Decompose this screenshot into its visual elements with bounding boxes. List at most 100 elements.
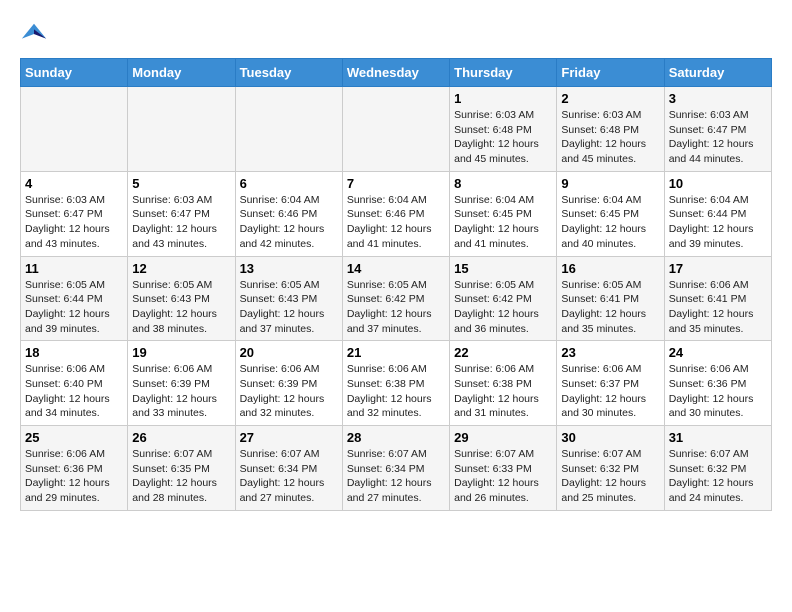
day-info: Sunrise: 6:05 AM Sunset: 6:43 PM Dayligh…: [240, 278, 338, 337]
day-info: Sunrise: 6:07 AM Sunset: 6:33 PM Dayligh…: [454, 447, 552, 506]
day-info: Sunrise: 6:06 AM Sunset: 6:36 PM Dayligh…: [669, 362, 767, 421]
day-number: 27: [240, 430, 338, 445]
day-number: 7: [347, 176, 445, 191]
day-number: 11: [25, 261, 123, 276]
day-number: 18: [25, 345, 123, 360]
calendar-week-1: 1 Sunrise: 6:03 AM Sunset: 6:48 PM Daylig…: [21, 87, 772, 172]
calendar-cell: [128, 87, 235, 172]
day-info: Sunrise: 6:06 AM Sunset: 6:40 PM Dayligh…: [25, 362, 123, 421]
calendar-cell: 30 Sunrise: 6:07 AM Sunset: 6:32 PM Dayli…: [557, 426, 664, 511]
day-number: 26: [132, 430, 230, 445]
day-number: 3: [669, 91, 767, 106]
day-number: 25: [25, 430, 123, 445]
calendar-cell: 29 Sunrise: 6:07 AM Sunset: 6:33 PM Dayli…: [450, 426, 557, 511]
day-info: Sunrise: 6:06 AM Sunset: 6:37 PM Dayligh…: [561, 362, 659, 421]
day-info: Sunrise: 6:07 AM Sunset: 6:34 PM Dayligh…: [240, 447, 338, 506]
day-number: 17: [669, 261, 767, 276]
header-day-friday: Friday: [557, 59, 664, 87]
calendar-cell: 2 Sunrise: 6:03 AM Sunset: 6:48 PM Daylig…: [557, 87, 664, 172]
header-day-wednesday: Wednesday: [342, 59, 449, 87]
day-number: 1: [454, 91, 552, 106]
day-number: 12: [132, 261, 230, 276]
calendar-cell: 18 Sunrise: 6:06 AM Sunset: 6:40 PM Dayli…: [21, 341, 128, 426]
day-info: Sunrise: 6:07 AM Sunset: 6:34 PM Dayligh…: [347, 447, 445, 506]
day-number: 30: [561, 430, 659, 445]
day-number: 31: [669, 430, 767, 445]
day-number: 28: [347, 430, 445, 445]
day-info: Sunrise: 6:04 AM Sunset: 6:46 PM Dayligh…: [347, 193, 445, 252]
calendar-cell: 26 Sunrise: 6:07 AM Sunset: 6:35 PM Dayli…: [128, 426, 235, 511]
logo-icon: [20, 20, 48, 48]
day-number: 23: [561, 345, 659, 360]
calendar-cell: 1 Sunrise: 6:03 AM Sunset: 6:48 PM Daylig…: [450, 87, 557, 172]
calendar-cell: 6 Sunrise: 6:04 AM Sunset: 6:46 PM Daylig…: [235, 171, 342, 256]
header-day-sunday: Sunday: [21, 59, 128, 87]
calendar-cell: 4Sunrise: 6:03 AM Sunset: 6:47 PM Daylig…: [21, 171, 128, 256]
day-info: Sunrise: 6:07 AM Sunset: 6:32 PM Dayligh…: [669, 447, 767, 506]
day-number: 14: [347, 261, 445, 276]
day-info: Sunrise: 6:05 AM Sunset: 6:44 PM Dayligh…: [25, 278, 123, 337]
day-info: Sunrise: 6:04 AM Sunset: 6:45 PM Dayligh…: [454, 193, 552, 252]
day-info: Sunrise: 6:04 AM Sunset: 6:46 PM Dayligh…: [240, 193, 338, 252]
day-number: 24: [669, 345, 767, 360]
day-number: 29: [454, 430, 552, 445]
day-number: 16: [561, 261, 659, 276]
calendar-cell: 7 Sunrise: 6:04 AM Sunset: 6:46 PM Daylig…: [342, 171, 449, 256]
calendar-header: SundayMondayTuesdayWednesdayThursdayFrid…: [21, 59, 772, 87]
calendar-cell: 31 Sunrise: 6:07 AM Sunset: 6:32 PM Dayli…: [664, 426, 771, 511]
calendar-cell: 3 Sunrise: 6:03 AM Sunset: 6:47 PM Daylig…: [664, 87, 771, 172]
calendar-cell: 13Sunrise: 6:05 AM Sunset: 6:43 PM Dayli…: [235, 256, 342, 341]
day-number: 10: [669, 176, 767, 191]
calendar-cell: 25Sunrise: 6:06 AM Sunset: 6:36 PM Dayli…: [21, 426, 128, 511]
calendar-cell: [235, 87, 342, 172]
calendar-cell: 24 Sunrise: 6:06 AM Sunset: 6:36 PM Dayli…: [664, 341, 771, 426]
calendar-cell: [21, 87, 128, 172]
calendar-table: SundayMondayTuesdayWednesdayThursdayFrid…: [20, 58, 772, 511]
calendar-week-3: 11 Sunrise: 6:05 AM Sunset: 6:44 PM Dayli…: [21, 256, 772, 341]
calendar-body: 1 Sunrise: 6:03 AM Sunset: 6:48 PM Daylig…: [21, 87, 772, 511]
day-number: 5: [132, 176, 230, 191]
calendar-week-2: 4Sunrise: 6:03 AM Sunset: 6:47 PM Daylig…: [21, 171, 772, 256]
day-info: Sunrise: 6:05 AM Sunset: 6:41 PM Dayligh…: [561, 278, 659, 337]
day-info: Sunrise: 6:05 AM Sunset: 6:43 PM Dayligh…: [132, 278, 230, 337]
day-number: 2: [561, 91, 659, 106]
day-number: 15: [454, 261, 552, 276]
header-day-thursday: Thursday: [450, 59, 557, 87]
calendar-week-4: 18 Sunrise: 6:06 AM Sunset: 6:40 PM Dayli…: [21, 341, 772, 426]
calendar-cell: 28 Sunrise: 6:07 AM Sunset: 6:34 PM Dayli…: [342, 426, 449, 511]
calendar-cell: 12 Sunrise: 6:05 AM Sunset: 6:43 PM Dayli…: [128, 256, 235, 341]
calendar-cell: 27 Sunrise: 6:07 AM Sunset: 6:34 PM Dayli…: [235, 426, 342, 511]
day-info: Sunrise: 6:04 AM Sunset: 6:44 PM Dayligh…: [669, 193, 767, 252]
day-info: Sunrise: 6:03 AM Sunset: 6:48 PM Dayligh…: [561, 108, 659, 167]
day-number: 9: [561, 176, 659, 191]
calendar-cell: 22 Sunrise: 6:06 AM Sunset: 6:38 PM Dayli…: [450, 341, 557, 426]
header-day-saturday: Saturday: [664, 59, 771, 87]
calendar-cell: 5 Sunrise: 6:03 AM Sunset: 6:47 PM Daylig…: [128, 171, 235, 256]
day-number: 6: [240, 176, 338, 191]
calendar-cell: 9 Sunrise: 6:04 AM Sunset: 6:45 PM Daylig…: [557, 171, 664, 256]
header-row: SundayMondayTuesdayWednesdayThursdayFrid…: [21, 59, 772, 87]
day-info: Sunrise: 6:03 AM Sunset: 6:47 PM Dayligh…: [669, 108, 767, 167]
day-info: Sunrise: 6:06 AM Sunset: 6:39 PM Dayligh…: [132, 362, 230, 421]
day-info: Sunrise: 6:06 AM Sunset: 6:38 PM Dayligh…: [454, 362, 552, 421]
day-number: 22: [454, 345, 552, 360]
calendar-cell: [342, 87, 449, 172]
day-info: Sunrise: 6:03 AM Sunset: 6:47 PM Dayligh…: [132, 193, 230, 252]
day-number: 8: [454, 176, 552, 191]
calendar-cell: 17 Sunrise: 6:06 AM Sunset: 6:41 PM Dayli…: [664, 256, 771, 341]
calendar-cell: 23 Sunrise: 6:06 AM Sunset: 6:37 PM Dayli…: [557, 341, 664, 426]
day-info: Sunrise: 6:04 AM Sunset: 6:45 PM Dayligh…: [561, 193, 659, 252]
day-info: Sunrise: 6:07 AM Sunset: 6:35 PM Dayligh…: [132, 447, 230, 506]
day-info: Sunrise: 6:07 AM Sunset: 6:32 PM Dayligh…: [561, 447, 659, 506]
day-info: Sunrise: 6:06 AM Sunset: 6:39 PM Dayligh…: [240, 362, 338, 421]
day-number: 21: [347, 345, 445, 360]
logo: [20, 20, 52, 48]
day-info: Sunrise: 6:06 AM Sunset: 6:38 PM Dayligh…: [347, 362, 445, 421]
day-info: Sunrise: 6:03 AM Sunset: 6:47 PM Dayligh…: [25, 193, 123, 252]
calendar-cell: 15Sunrise: 6:05 AM Sunset: 6:42 PM Dayli…: [450, 256, 557, 341]
calendar-cell: 14Sunrise: 6:05 AM Sunset: 6:42 PM Dayli…: [342, 256, 449, 341]
day-info: Sunrise: 6:03 AM Sunset: 6:48 PM Dayligh…: [454, 108, 552, 167]
day-number: 20: [240, 345, 338, 360]
day-info: Sunrise: 6:06 AM Sunset: 6:41 PM Dayligh…: [669, 278, 767, 337]
calendar-cell: 19Sunrise: 6:06 AM Sunset: 6:39 PM Dayli…: [128, 341, 235, 426]
